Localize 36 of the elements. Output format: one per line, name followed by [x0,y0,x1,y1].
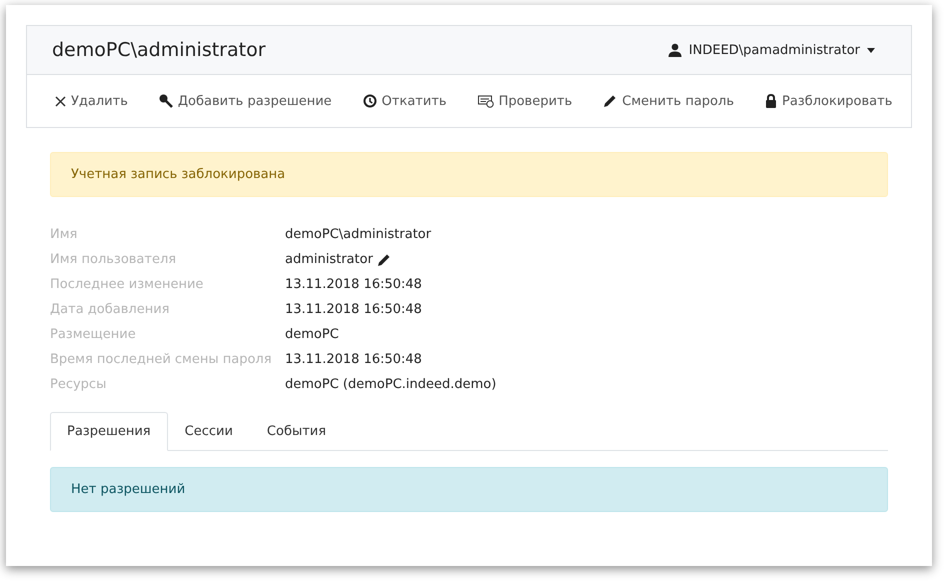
lock-icon [764,94,777,108]
user-icon [668,43,682,57]
user-menu[interactable]: INDEED\pamadministrator [668,42,875,58]
page-title: demoPC\administrator [52,39,266,61]
toolbar-button[interactable]: Откатить [362,94,447,108]
status-alert: Учетная запись заблокирована [50,152,888,197]
property-value: demoPC (demoPC.indeed.demo) [285,376,496,394]
property-value: administrator [285,251,373,269]
pencil-icon [603,94,618,108]
empty-message: Нет разрешений [50,467,888,512]
property-label: Последнее изменение [50,276,204,294]
toolbar-button[interactable]: Добавить разрешение [158,94,332,108]
property-label: Размещение [50,326,137,344]
tab[interactable]: События [250,412,344,451]
toolbar-button[interactable]: Сменить пароль [603,94,734,108]
property-label: Имя пользователя [50,251,178,269]
property-value: demoPC\administrator [285,226,432,244]
toolbar-button[interactable]: Удалить [55,94,128,108]
edit-icon[interactable] [376,252,391,266]
tab[interactable]: Разрешения [50,412,168,451]
key-icon [158,94,173,108]
history-icon [362,94,377,108]
property-label: Время последней смены пароля [50,351,273,369]
property-value: 13.11.2018 16:50:48 [285,351,422,369]
caret-icon [867,48,875,52]
property-label: Дата добавления [50,301,170,319]
property-value: 13.11.2018 16:50:48 [285,276,422,294]
property-label: Имя [50,226,78,244]
check-card-icon [478,94,494,108]
toolbar-button[interactable]: Разблокировать [764,94,892,108]
tab[interactable]: Сессии [168,412,250,451]
property-value: 13.11.2018 16:50:48 [285,301,422,319]
toolbar-button[interactable]: Проверить [478,94,572,108]
property-label: Ресурсы [50,376,108,394]
property-value: demoPC [285,326,339,344]
close-icon [55,96,66,106]
